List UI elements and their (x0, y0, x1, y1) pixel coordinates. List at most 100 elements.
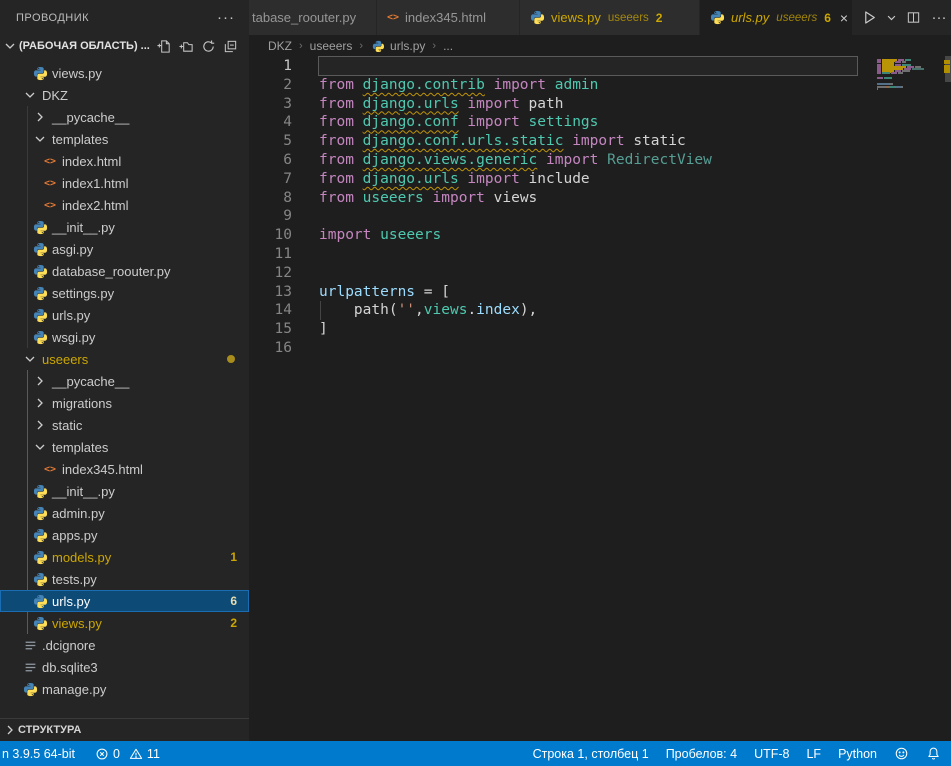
editor-more-icon[interactable]: ··· (929, 9, 949, 27)
line-number[interactable]: 9 (249, 207, 292, 226)
workspace-section-label: (РАБОЧАЯ ОБЛАСТЬ) ... (19, 40, 150, 52)
tree-item-__pycache__[interactable]: __pycache__ (0, 370, 249, 392)
chevron-right-icon[interactable] (32, 417, 48, 433)
tree-item-database_roouter.py[interactable]: database_roouter.py (0, 260, 249, 282)
notifications-bell-icon[interactable] (926, 746, 941, 761)
chevron-right-icon[interactable] (32, 395, 48, 411)
tree-item-asgi.py[interactable]: asgi.py (0, 238, 249, 260)
minimap-line-mark (882, 72, 889, 74)
python-icon (32, 329, 48, 345)
line-number[interactable]: 13 (249, 283, 292, 302)
line-number[interactable]: 16 (249, 339, 292, 358)
tree-item-models.py[interactable]: models.py1 (0, 546, 249, 568)
chevron-down-icon[interactable] (2, 38, 18, 54)
chevron-down-icon[interactable] (22, 87, 38, 103)
cursor-position-status[interactable]: Строка 1, столбец 1 (533, 747, 649, 761)
tree-item-DKZ[interactable]: DKZ (0, 84, 249, 106)
code-token: useeers (380, 227, 441, 243)
tab-index345.html[interactable]: <>index345.html (377, 0, 520, 35)
line-number[interactable]: 3 (249, 95, 292, 114)
code-token (354, 152, 363, 168)
chevron-right-icon[interactable] (32, 109, 48, 125)
tree-item-templates[interactable]: templates (0, 436, 249, 458)
minimap-line-mark (877, 86, 886, 88)
workspace-section-header[interactable]: (РАБОЧАЯ ОБЛАСТЬ) ... (0, 35, 249, 57)
breadcrumb-item-DKZ[interactable]: DKZ (268, 39, 292, 53)
run-python-file-icon[interactable] (859, 9, 879, 27)
breadcrumb-item-urls.py[interactable]: urls.py (370, 38, 425, 54)
line-number[interactable]: 5 (249, 132, 292, 151)
tree-item-__init__.py[interactable]: __init__.py (0, 216, 249, 238)
tree-item-apps.py[interactable]: apps.py (0, 524, 249, 546)
tree-item-index345.html[interactable]: <>index345.html (0, 458, 249, 480)
tree-item-tests.py[interactable]: tests.py (0, 568, 249, 590)
line-number[interactable]: 11 (249, 245, 292, 264)
line-number[interactable]: 4 (249, 113, 292, 132)
chevron-down-icon[interactable] (32, 131, 48, 147)
tab-tabase_roouter.py[interactable]: tabase_roouter.py (249, 0, 377, 35)
tree-item-views.py[interactable]: views.py2 (0, 612, 249, 634)
new-file-icon[interactable] (155, 37, 173, 55)
minimap-line-mark (912, 68, 925, 70)
tree-item-static[interactable]: static (0, 414, 249, 436)
tree-item-admin.py[interactable]: admin.py (0, 502, 249, 524)
language-mode-status[interactable]: Python (838, 747, 877, 761)
minimap[interactable] (875, 57, 937, 177)
line-number[interactable]: 15 (249, 320, 292, 339)
line-number[interactable]: 12 (249, 264, 292, 283)
tree-item-label: .dcignore (42, 638, 95, 653)
scrollbar[interactable] (937, 56, 951, 741)
tree-item-templates[interactable]: templates (0, 128, 249, 150)
tree-item-index1.html[interactable]: <>index1.html (0, 172, 249, 194)
explorer-more-icon[interactable]: ··· (217, 9, 235, 26)
encoding-status[interactable]: UTF-8 (754, 747, 789, 761)
collapse-all-icon[interactable] (221, 37, 239, 55)
tree-item-__init__.py[interactable]: __init__.py (0, 480, 249, 502)
line-number[interactable]: 10 (249, 226, 292, 245)
line-number[interactable]: 6 (249, 151, 292, 170)
close-tab-icon[interactable]: × (840, 11, 848, 25)
tree-item-useeers[interactable]: useeers (0, 348, 249, 370)
tree-item-urls.py[interactable]: urls.py6 (0, 590, 249, 612)
breadcrumb-item-...[interactable]: ... (443, 39, 453, 53)
code-line-4: from django.conf import settings (319, 113, 857, 132)
tree-item-views.py[interactable]: views.py (0, 62, 249, 84)
feedback-icon[interactable] (894, 746, 909, 761)
problems-status[interactable]: 0 11 (95, 747, 160, 761)
line-number[interactable]: 1 (249, 57, 292, 76)
new-folder-icon[interactable] (177, 37, 195, 55)
run-dropdown-chevron-icon[interactable] (885, 9, 897, 27)
tree-item-wsgi.py[interactable]: wsgi.py (0, 326, 249, 348)
tab-label: tabase_roouter.py (252, 10, 356, 25)
chevron-down-icon[interactable] (32, 439, 48, 455)
line-number[interactable]: 7 (249, 170, 292, 189)
tree-item-index.html[interactable]: <>index.html (0, 150, 249, 172)
code-token (546, 77, 555, 93)
tab-views.py[interactable]: views.pyuseeers2 (520, 0, 700, 35)
tree-item-__pycache__[interactable]: __pycache__ (0, 106, 249, 128)
line-number[interactable]: 8 (249, 189, 292, 208)
line-number[interactable]: 14 (249, 301, 292, 320)
outline-section-header[interactable]: СТРУКТУРА (0, 718, 249, 741)
tree-item-index2.html[interactable]: <>index2.html (0, 194, 249, 216)
refresh-icon[interactable] (199, 37, 217, 55)
indentation-status[interactable]: Пробелов: 4 (666, 747, 737, 761)
chevron-right-icon[interactable] (32, 373, 48, 389)
split-editor-icon[interactable] (903, 9, 923, 27)
tree-item-settings.py[interactable]: settings.py (0, 282, 249, 304)
tree-item-urls.py[interactable]: urls.py (0, 304, 249, 326)
editor-content[interactable]: 12345678910111213141516 from django.cont… (249, 56, 951, 741)
line-number[interactable]: 2 (249, 76, 292, 95)
tree-item-migrations[interactable]: migrations (0, 392, 249, 414)
tab-urls.py[interactable]: urls.pyuseeers6× (700, 0, 853, 35)
python-icon (32, 285, 48, 301)
python-version-status[interactable]: n 3.9.5 64-bit (2, 747, 75, 761)
tree-item-.dcignore[interactable]: .dcignore (0, 634, 249, 656)
tab-problems-badge: 6 (824, 11, 831, 25)
tree-item-label: asgi.py (52, 242, 93, 257)
tree-item-db.sqlite3[interactable]: db.sqlite3 (0, 656, 249, 678)
chevron-down-icon[interactable] (22, 351, 38, 367)
tree-item-manage.py[interactable]: manage.py (0, 678, 249, 700)
breadcrumb-item-useeers[interactable]: useeers (310, 39, 353, 53)
eol-status[interactable]: LF (806, 747, 821, 761)
